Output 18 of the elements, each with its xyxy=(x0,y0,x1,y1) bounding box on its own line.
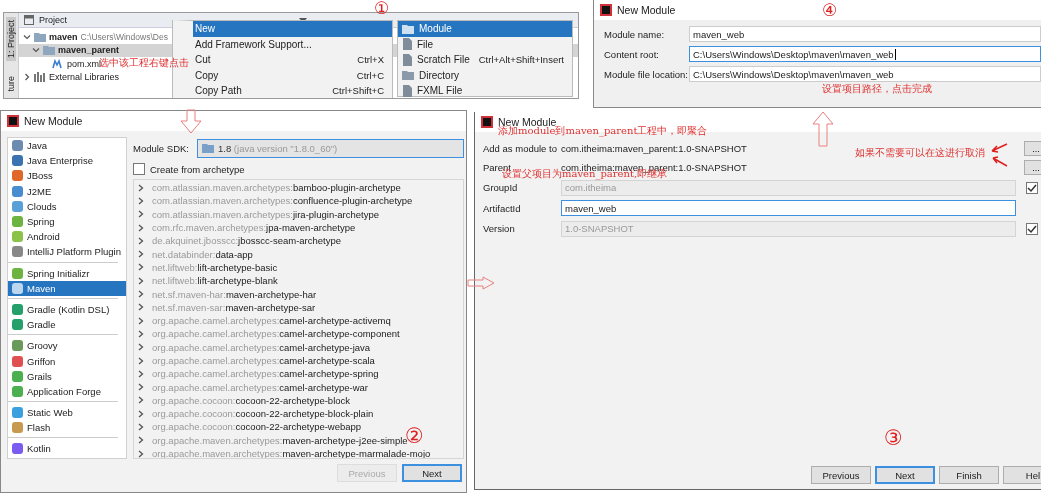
field-label: ArtifactId xyxy=(483,202,522,214)
field-label: GroupId xyxy=(483,182,519,194)
step-number: ① xyxy=(374,0,390,17)
annotation-note: 选中该工程右键点击 xyxy=(99,56,189,68)
step-number: ④ xyxy=(822,2,838,19)
window-title: New Module xyxy=(617,4,676,16)
annotation-note: 如果不需要可以在这进行取消 xyxy=(855,146,985,160)
annotation-note: 添加module到maven_parent工程中，即聚合 xyxy=(498,125,708,138)
field-label: Module SDK: xyxy=(133,142,189,154)
field-label: Module file location: xyxy=(604,68,689,80)
field-label: Add as module to xyxy=(483,143,558,154)
step-number: ③ xyxy=(884,427,903,448)
field-label: Content root: xyxy=(604,48,660,60)
field-label: Version xyxy=(483,223,516,235)
window-title: New Module xyxy=(24,115,83,127)
annotation-note: 设置项目路径，点击完成 xyxy=(822,82,932,96)
field-label: Module name: xyxy=(604,28,666,40)
field-value: com.itheima:maven_parent:1.0-SNAPSHOT xyxy=(561,143,747,154)
